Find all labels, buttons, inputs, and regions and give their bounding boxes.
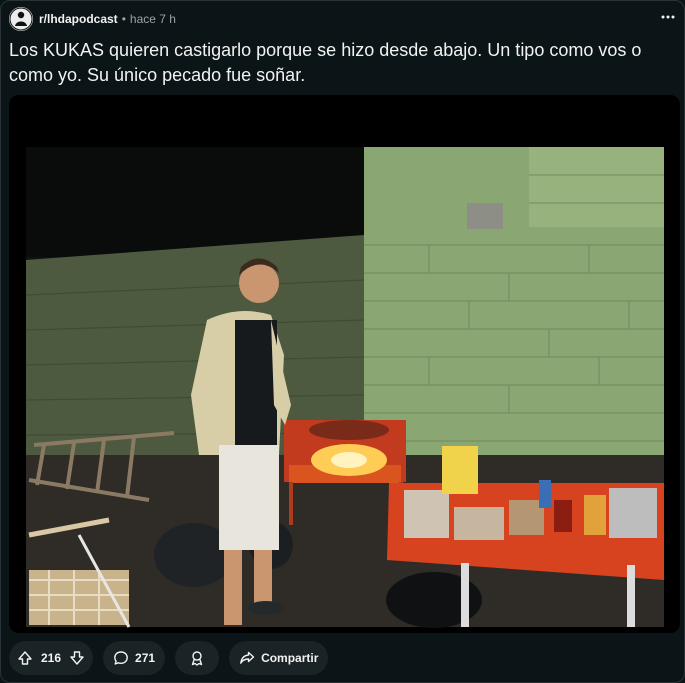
post-actions: 216 271 Compartir — [9, 641, 329, 675]
award-button[interactable] — [175, 641, 220, 675]
share-button[interactable]: Compartir — [229, 641, 329, 675]
post-header: r/lhdapodcast • hace 7 h — [9, 6, 176, 32]
meta-separator: • — [121, 12, 126, 26]
subreddit-logo-icon — [9, 7, 33, 31]
subreddit-name[interactable]: r/lhdapodcast — [39, 12, 118, 26]
share-label: Compartir — [261, 651, 319, 665]
post-title[interactable]: Los KUKAS quieren castigarlo porque se h… — [9, 38, 674, 88]
vote-group: 216 — [9, 641, 94, 675]
downvote-icon[interactable] — [69, 650, 85, 666]
comment-icon — [114, 651, 128, 665]
comments-button[interactable]: 271 — [103, 641, 166, 675]
photo-of-man-at-barbecue-grill — [9, 95, 680, 633]
post-time: hace 7 h — [129, 12, 176, 26]
post-card[interactable]: r/lhdapodcast • hace 7 h Los KUKAS quier… — [0, 0, 685, 683]
more-options-icon[interactable] — [660, 9, 676, 25]
share-icon — [240, 651, 255, 664]
post-image[interactable] — [9, 95, 680, 633]
vote-count: 216 — [41, 651, 62, 665]
subreddit-avatar[interactable] — [9, 7, 33, 31]
comment-count: 271 — [135, 651, 156, 665]
award-icon — [191, 651, 203, 666]
upvote-icon[interactable] — [17, 650, 33, 666]
